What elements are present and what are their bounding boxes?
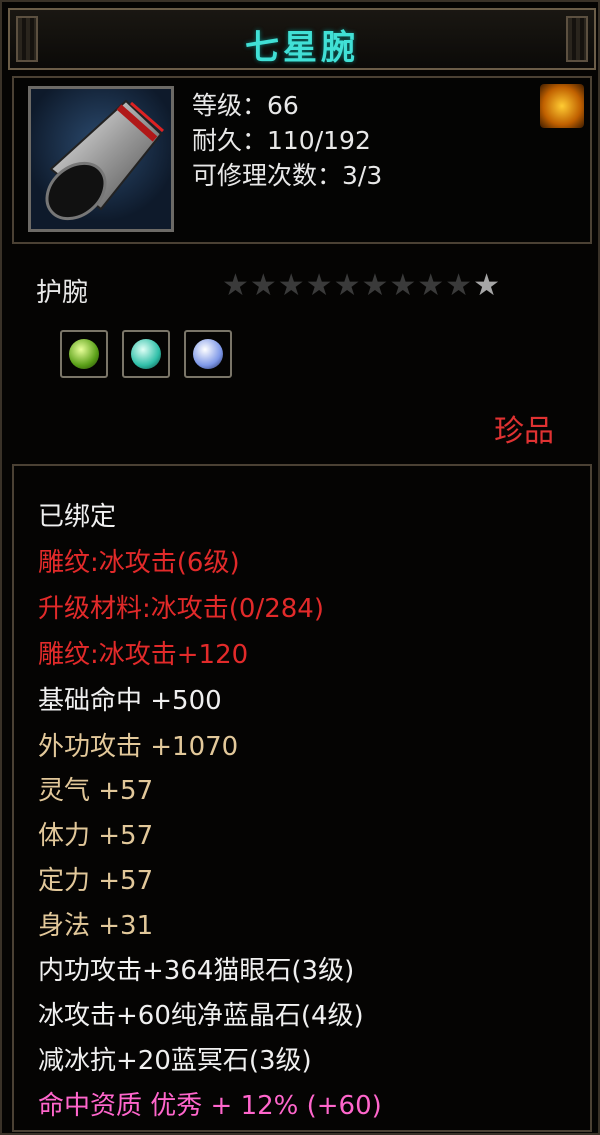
green-gem-icon <box>69 339 99 369</box>
star-icon: ★★★★★★★★★ <box>222 268 474 303</box>
repair-count-stat: 可修理次数：3/3 <box>192 161 383 190</box>
attr-stamina: 体力 +57 <box>38 821 154 851</box>
attr-hit: 基础命中 +500 <box>38 686 222 716</box>
item-tooltip: 七星腕 等级：66 耐久：110/192 可修理次数：3/3 护腕 ★★★★★★… <box>0 0 600 1135</box>
title-cap-right <box>566 16 588 62</box>
bound-status: 已绑定 <box>38 502 117 532</box>
attr-external-attack: 外功攻击 +1070 <box>38 732 239 762</box>
engrave-level: 雕纹:冰攻击(6级) <box>38 548 240 578</box>
blue-gem-icon <box>193 339 223 369</box>
gem-bonus-2: 冰攻击+60纯净蓝晶石(4级) <box>38 1001 364 1031</box>
gem-slot-1[interactable] <box>60 330 108 378</box>
gem-slot-2[interactable] <box>122 330 170 378</box>
attr-spirit: 灵气 +57 <box>38 776 154 806</box>
aptitude-line: 命中资质 优秀 + 12% (+60) <box>38 1091 382 1121</box>
item-stats: 等级：66 耐久：110/192 可修理次数：3/3 <box>192 88 382 193</box>
item-summary: 护腕 ★★★★★★★★★★ 珍品 <box>12 246 592 460</box>
item-header: 等级：66 耐久：110/192 可修理次数：3/3 <box>12 76 592 244</box>
upgrade-material: 升级材料:冰攻击(0/284) <box>38 594 324 624</box>
attr-agility: 身法 +31 <box>38 911 154 941</box>
title-bar: 七星腕 <box>8 8 596 70</box>
durability-stat: 耐久：110/192 <box>192 126 371 155</box>
cyan-gem-icon <box>131 339 161 369</box>
flame-icon <box>540 84 584 128</box>
gem-slot-3[interactable] <box>184 330 232 378</box>
star-rating: ★★★★★★★★★★ <box>222 268 501 303</box>
bracer-icon <box>28 86 174 232</box>
attr-focus: 定力 +57 <box>38 866 154 896</box>
star-icon-lit: ★ <box>473 268 501 303</box>
quality-label: 珍品 <box>494 414 554 449</box>
gem-bonus-3: 减冰抗+20蓝冥石(3级) <box>38 1046 312 1076</box>
gem-bonus-1: 内功攻击+364猫眼石(3级) <box>38 956 355 986</box>
engrave-bonus: 雕纹:冰攻击+120 <box>38 640 249 670</box>
item-name: 七星腕 <box>245 28 359 68</box>
level-stat: 等级：66 <box>192 91 299 120</box>
item-type: 护腕 <box>36 278 89 308</box>
attribute-list: 已绑定 雕纹:冰攻击(6级) 升级材料:冰攻击(0/284) 雕纹:冰攻击+12… <box>12 464 592 1132</box>
